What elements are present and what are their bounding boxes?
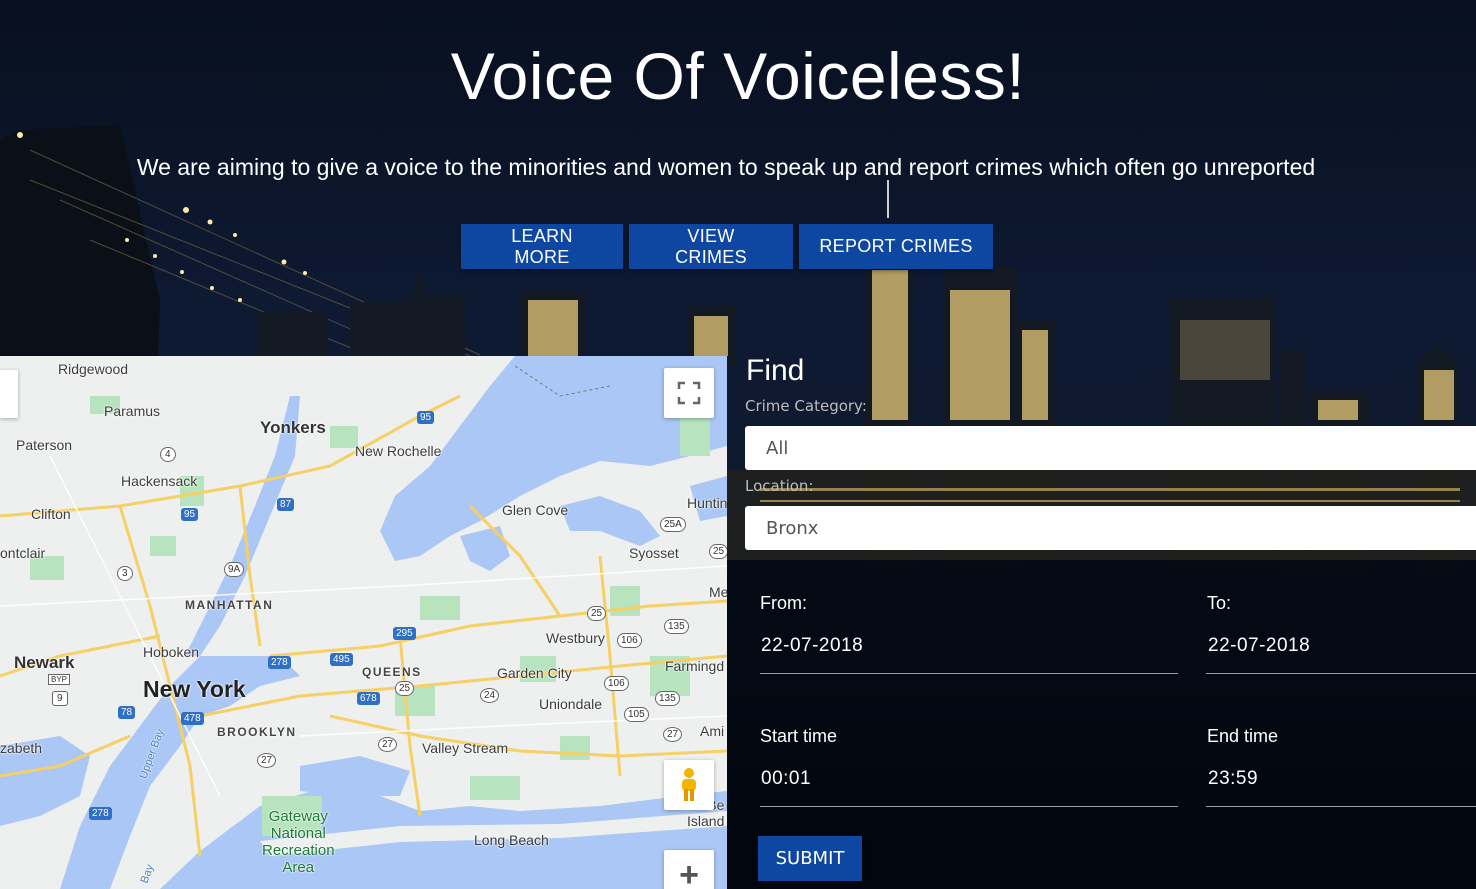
route-shield: 678 bbox=[357, 692, 380, 705]
route-shield: 25 bbox=[587, 606, 607, 621]
route-shield: 78 bbox=[118, 706, 136, 719]
page-title: Voice Of Voiceless! bbox=[450, 39, 1026, 113]
route-shield: 478 bbox=[181, 712, 204, 725]
route-shield: 95 bbox=[417, 411, 435, 424]
location-select[interactable]: Bronx bbox=[745, 506, 1476, 550]
from-label: From: bbox=[760, 593, 807, 613]
route-shield: 135 bbox=[664, 619, 689, 634]
route-shield: 106 bbox=[617, 633, 642, 648]
route-shield: 25 bbox=[395, 681, 415, 696]
crime-map[interactable]: Ridgewood Paramus Yonkers Paterson New R… bbox=[0, 356, 727, 889]
street-view-button[interactable] bbox=[664, 760, 714, 810]
hero-button-group: LEARN MORE VIEW CRIMES REPORT CRIMES bbox=[461, 224, 993, 269]
end-time-underline bbox=[1206, 806, 1476, 807]
end-time-input[interactable]: 23:59 bbox=[1208, 768, 1258, 790]
start-time-underline bbox=[760, 806, 1178, 807]
route-shield: 106 bbox=[604, 676, 629, 691]
from-date-input[interactable]: 22-07-2018 bbox=[761, 635, 863, 657]
route-shield: 9A bbox=[224, 562, 245, 577]
pegman-icon bbox=[682, 768, 696, 801]
route-shield: 24 bbox=[480, 688, 500, 703]
submit-button[interactable]: SUBMIT bbox=[758, 836, 862, 881]
from-date-underline bbox=[760, 673, 1178, 674]
find-heading: Find bbox=[746, 354, 805, 387]
to-date-input[interactable]: 22-07-2018 bbox=[1208, 635, 1310, 657]
route-shield: 25 bbox=[709, 544, 727, 559]
fullscreen-button[interactable] bbox=[664, 368, 714, 418]
route-shield: 27 bbox=[257, 753, 277, 768]
route-shield: 278 bbox=[89, 807, 112, 820]
route-shield: 27 bbox=[378, 737, 398, 752]
route-shield: 278 bbox=[268, 656, 291, 669]
route-shield: 105 bbox=[624, 707, 649, 722]
crime-category-label: Crime Category: bbox=[745, 397, 867, 415]
route-shield: 135 bbox=[655, 691, 680, 706]
route-shield: BYP bbox=[48, 674, 71, 685]
page-subtitle: We are aiming to give a voice to the min… bbox=[136, 154, 1316, 180]
crime-category-select[interactable]: All bbox=[745, 426, 1476, 470]
route-shield: 4 bbox=[160, 447, 176, 462]
route-shield: 87 bbox=[277, 498, 295, 511]
route-shield: 9 bbox=[52, 691, 68, 706]
zoom-in-button[interactable]: + bbox=[664, 850, 714, 889]
end-time-label: End time bbox=[1207, 726, 1279, 746]
start-time-input[interactable]: 00:01 bbox=[761, 768, 811, 790]
route-shield: 25A bbox=[660, 517, 686, 532]
view-crimes-button[interactable]: VIEW CRIMES bbox=[629, 224, 793, 269]
route-shield: 495 bbox=[330, 653, 353, 666]
route-shield: 3 bbox=[117, 566, 133, 581]
report-crimes-button[interactable]: REPORT CRIMES bbox=[799, 224, 993, 269]
learn-more-button[interactable]: LEARN MORE bbox=[461, 224, 623, 269]
route-shield: 95 bbox=[181, 508, 199, 521]
location-label: Location: bbox=[745, 477, 814, 495]
to-date-underline bbox=[1206, 673, 1476, 674]
start-time-label: Start time bbox=[760, 726, 838, 746]
route-shield: 295 bbox=[393, 627, 416, 640]
zoom-in-icon: + bbox=[679, 856, 699, 889]
to-label: To: bbox=[1207, 593, 1232, 613]
route-shield: 27 bbox=[663, 727, 683, 742]
fullscreen-icon bbox=[677, 381, 701, 405]
